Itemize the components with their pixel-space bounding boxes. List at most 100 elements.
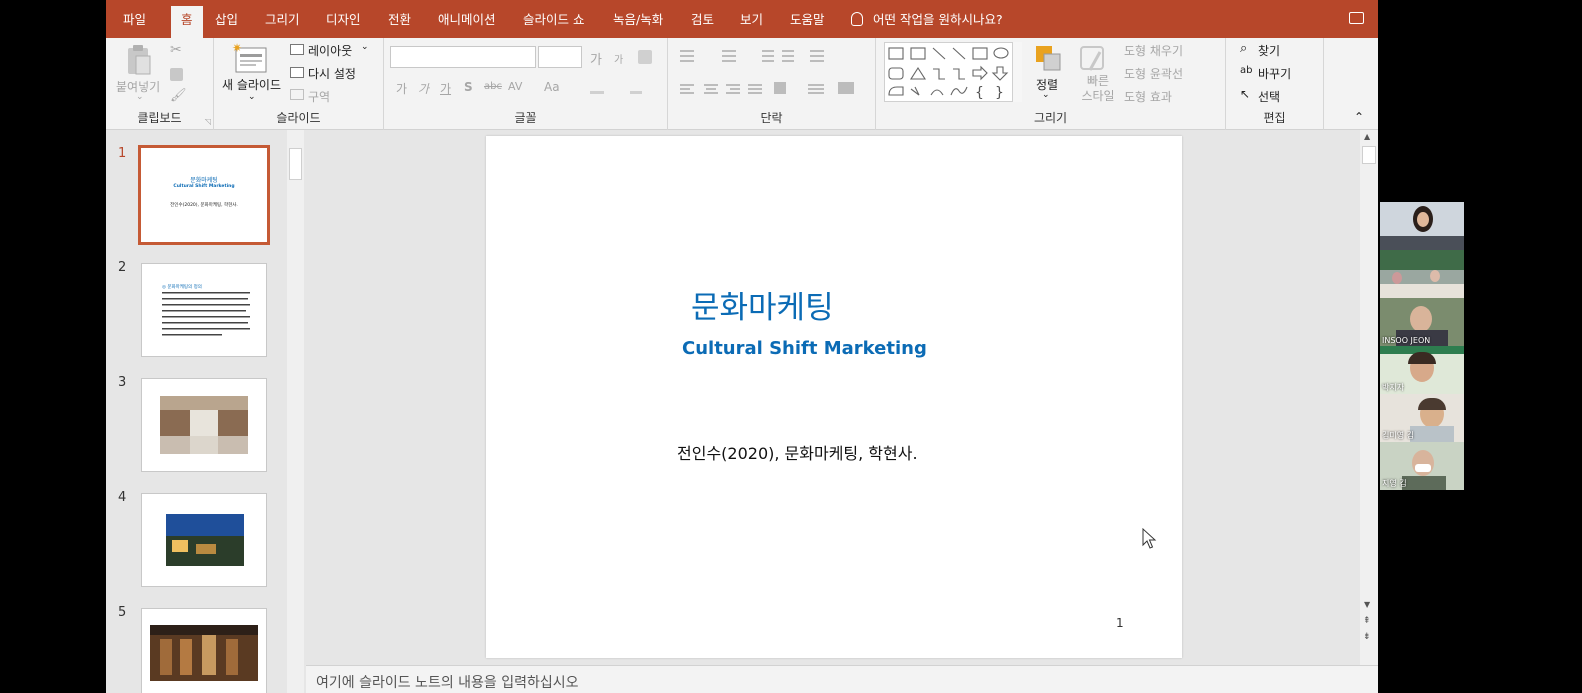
scroll-up-icon[interactable]: ▲: [1364, 132, 1370, 141]
font-group-label: 글꼴: [514, 111, 537, 125]
tab-design[interactable]: 디자인: [326, 10, 361, 30]
participant-video-3[interactable]: INSOO JEON: [1380, 298, 1464, 346]
dialog-launcher-icon[interactable]: ◹: [205, 117, 211, 126]
font-color-icon[interactable]: [630, 82, 642, 94]
tab-slideshow[interactable]: 슬라이드 쇼: [523, 10, 584, 30]
slide-thumbnail-2[interactable]: ◎ 문화마케팅의 정의: [141, 263, 267, 357]
paragraph-tools-icon[interactable]: [678, 48, 868, 98]
participant-name: INSOO JEON: [1382, 336, 1431, 345]
change-case-button[interactable]: Aa: [544, 80, 560, 94]
collapse-ribbon-icon[interactable]: ⌃: [1354, 110, 1364, 124]
new-slide-dropdown-icon[interactable]: ⌄: [248, 92, 256, 102]
current-slide[interactable]: 문화마케팅 Cultural Shift Marketing 전인수(2020)…: [486, 136, 1182, 658]
tab-help[interactable]: 도움말: [790, 10, 825, 30]
layout-button[interactable]: 레이아웃: [308, 42, 352, 59]
slide-thumbnail-1[interactable]: 문화마케팅 Cultural Shift Marketing 전인수(2020)…: [138, 145, 270, 245]
font-size-input[interactable]: [538, 46, 582, 68]
layout-icon: [290, 44, 304, 55]
format-painter-icon[interactable]: 🖌: [170, 88, 187, 103]
participant-name: 박지자: [1382, 383, 1405, 392]
participant-video-4[interactable]: 박지자: [1380, 346, 1464, 394]
tab-view[interactable]: 보기: [740, 10, 763, 30]
tab-record[interactable]: 녹음/녹화: [613, 10, 663, 30]
scroll-down-icon[interactable]: ▼: [1364, 600, 1370, 609]
character-spacing-button[interactable]: AV: [508, 80, 522, 93]
next-slide-icon[interactable]: ⇟: [1363, 632, 1371, 642]
cut-icon[interactable]: ✂: [170, 42, 182, 58]
thumb-number-5: 5: [118, 605, 127, 620]
notes-placeholder[interactable]: 여기에 슬라이드 노트의 내용을 입력하십시오: [316, 672, 579, 692]
section-icon: [290, 89, 304, 100]
slides-group: ✷ 새 슬라이드 ⌄ 레이아웃 ⌄ 다시 설정 구역 슬라이드: [214, 38, 384, 130]
previous-slide-icon[interactable]: ⇞: [1363, 616, 1371, 626]
slide-title[interactable]: 문화마케팅: [691, 282, 834, 327]
replace-button[interactable]: 바꾸기: [1258, 65, 1291, 82]
tab-file[interactable]: 파일: [123, 10, 146, 30]
quick-styles-icon[interactable]: [1078, 44, 1108, 74]
underline-button[interactable]: 가: [440, 80, 451, 97]
tab-transitions[interactable]: 전환: [388, 10, 411, 30]
shrink-font-button[interactable]: 가: [614, 51, 623, 66]
reset-button[interactable]: 다시 설정: [308, 65, 356, 82]
highlight-icon[interactable]: [590, 82, 604, 94]
bold-button[interactable]: 가: [396, 80, 407, 97]
slide-subtitle[interactable]: Cultural Shift Marketing: [682, 338, 927, 359]
select-button[interactable]: 선택: [1258, 88, 1280, 105]
tab-draw[interactable]: 그리기: [265, 10, 300, 30]
italic-button[interactable]: 가: [418, 80, 429, 97]
new-slide-button[interactable]: 새 슬라이드: [222, 76, 281, 93]
slides-group-label: 슬라이드: [276, 111, 321, 125]
thumb-photo-bookstore: [150, 625, 258, 681]
paste-dropdown-icon[interactable]: ⌄: [136, 92, 144, 102]
tell-me-search[interactable]: 어떤 작업을 원하시나요?: [851, 10, 1003, 30]
thumb-text-lines: [162, 292, 250, 336]
participant-hair: [1418, 398, 1446, 410]
new-slide-icon[interactable]: ✷: [230, 42, 270, 76]
tab-home[interactable]: 홈: [171, 6, 203, 38]
arrange-icon[interactable]: [1034, 44, 1064, 74]
comments-icon[interactable]: [1349, 12, 1364, 24]
participant-video-5[interactable]: 김미영 김: [1380, 394, 1464, 442]
arrange-dropdown-icon: ⌄: [1042, 90, 1050, 100]
slide-thumbnail-3[interactable]: [141, 378, 267, 472]
ribbon: 붙여넣기 ⌄ ✂ 🖌 클립보드 ◹ ✷ 새 슬라이드 ⌄ 레이아웃 ⌄ 다시 설…: [106, 38, 1378, 130]
tab-insert[interactable]: 삽입: [215, 10, 238, 30]
notes-pane[interactable]: 여기에 슬라이드 노트의 내용을 입력하십시오: [306, 665, 1378, 693]
participant-video-6[interactable]: 지영 김: [1380, 442, 1464, 490]
thumb-number-1: 1: [118, 146, 127, 161]
paste-icon[interactable]: [126, 44, 152, 76]
text-shadow-button[interactable]: S: [464, 80, 473, 94]
participant-video-1[interactable]: [1380, 202, 1464, 250]
section-button[interactable]: 구역: [308, 88, 330, 105]
shape-effects-button[interactable]: 도형 효과: [1124, 88, 1172, 105]
reset-icon: [290, 67, 304, 78]
copy-icon[interactable]: [170, 68, 183, 81]
participant-video-2[interactable]: [1380, 250, 1464, 298]
thumbnail-scrollbar[interactable]: [287, 130, 304, 693]
tab-review[interactable]: 검토: [691, 10, 714, 30]
grow-font-button[interactable]: 가: [590, 49, 602, 68]
slide-citation[interactable]: 전인수(2020), 문화마케팅, 학현사.: [677, 440, 918, 464]
slide-scroll-handle[interactable]: [1362, 146, 1376, 164]
find-button[interactable]: 찾기: [1258, 42, 1280, 59]
editing-group-label: 편집: [1263, 111, 1286, 125]
layout-dropdown-icon: ⌄: [361, 42, 369, 52]
thumb-number-4: 4: [118, 490, 127, 505]
thumbnail-scroll-handle[interactable]: [289, 148, 302, 180]
strikethrough-button[interactable]: abc: [484, 81, 502, 92]
shape-outline-button[interactable]: 도형 윤곽선: [1124, 65, 1183, 82]
tab-animations[interactable]: 애니메이션: [438, 10, 496, 30]
font-name-input[interactable]: [390, 46, 536, 68]
slide-thumbnail-4[interactable]: [141, 493, 267, 587]
slide-thumbnail-5[interactable]: [141, 608, 267, 693]
clear-formatting-icon[interactable]: [638, 50, 652, 64]
replace-icon: ab: [1240, 65, 1253, 76]
clipboard-group-label: 클립보드: [137, 111, 182, 125]
slide-scrollbar[interactable]: ▲ ▼ ⇞ ⇟: [1360, 130, 1378, 665]
shape-fill-button[interactable]: 도형 채우기: [1124, 42, 1183, 59]
shapes-scroll[interactable]: [1012, 42, 1022, 102]
thumb-subtitle: Cultural Shift Marketing: [173, 184, 235, 189]
thumb-title: ◎ 문화마케팅의 정의: [162, 285, 202, 290]
quick-styles-button[interactable]: 빠른 스타일: [1080, 74, 1116, 104]
shapes-gallery[interactable]: { }: [884, 42, 1020, 102]
